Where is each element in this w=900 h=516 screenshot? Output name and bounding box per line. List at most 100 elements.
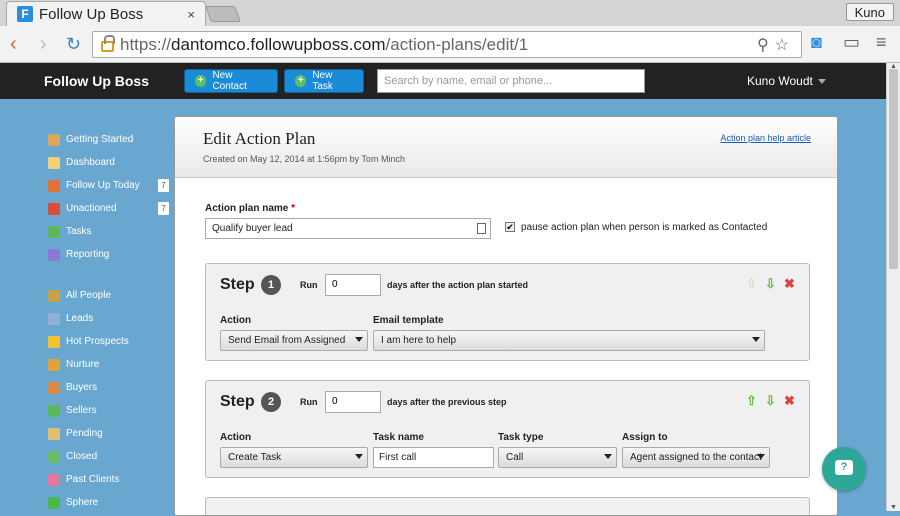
tab-close-icon[interactable]: × [187,7,195,22]
move-down-icon[interactable]: ⇩ [765,393,776,409]
days-label: days after the action plan started [387,280,529,290]
sidebar-item-tasks[interactable]: Tasks [48,220,140,243]
brand-logo[interactable]: Follow Up Boss [44,73,149,89]
plus-icon: + [295,75,307,87]
sidebar-item-closed[interactable]: Closed [48,445,140,468]
action-label: Action [220,432,252,443]
browser-toolbar: ‹ › ↻ https://dantomco.followupboss.com/… [0,26,900,63]
camera-icon[interactable]: ◙ [811,32,822,53]
email-template-select[interactable]: I am here to help [373,330,765,351]
delete-step-icon[interactable]: ✖ [784,276,795,292]
sidebar-item-label: Closed [66,451,98,462]
move-up-icon[interactable]: ⇧ [746,393,757,409]
task-name-label: Task name [373,432,424,443]
chevron-down-icon[interactable] [818,79,826,84]
scroll-down-icon[interactable]: ▼ [890,504,897,511]
browser-tabstrip: F Follow Up Boss × Kuno [0,0,900,26]
sidebar-item-hot-prospects[interactable]: Hot Prospects [48,330,140,353]
menu-icon[interactable]: ≡ [876,32,887,53]
delete-step-icon[interactable]: ✖ [784,393,795,409]
sidebar-item-buyers[interactable]: Buyers [48,376,140,399]
card-icon [48,312,60,325]
chat-bubble-icon: ? [835,460,853,475]
required-mark: * [291,203,296,214]
edit-action-plan-panel: Edit Action Plan Created on May 12, 2014… [174,116,838,516]
help-article-link[interactable]: Action plan help article [720,133,811,143]
sidebar-item-unactioned[interactable]: Unactioned 7 [48,197,169,220]
step-number: 1 [261,275,281,295]
count-badge: 7 [158,202,169,215]
action-select[interactable]: Send Email from Assigned [220,330,368,351]
step-number: 2 [261,392,281,412]
email-template-value: I am here to help [381,335,457,346]
plan-name-label: Action plan name * [205,203,295,214]
url-host: dantomco.followupboss.com [171,34,386,54]
star-icon [48,335,60,348]
plus-icon: + [195,75,207,87]
user-menu[interactable]: Kuno Woudt [747,74,813,88]
page-scrollbar[interactable]: ▲ ▼ [886,63,900,511]
sidebar-item-follow-up-today[interactable]: Follow Up Today 7 [48,174,169,197]
email-template-label: Email template [373,315,444,326]
forward-icon[interactable]: › [40,32,47,56]
assign-to-value: Agent assigned to the contact [630,452,762,463]
pause-label: pause action plan when person is marked … [521,222,768,233]
move-up-icon[interactable]: ⇧ [746,276,757,292]
sidebar-item-getting-started[interactable]: Getting Started [48,128,140,151]
sidebar-item-leads[interactable]: Leads [48,307,140,330]
run-days-input[interactable]: 0 [325,391,381,413]
new-task-button[interactable]: + New Task [284,69,364,93]
assign-to-select[interactable]: Agent assigned to the contact [622,447,770,468]
pause-checkbox[interactable]: ✔ [505,222,515,232]
buyer-icon [48,381,60,394]
address-bar[interactable]: https://dantomco.followupboss.com/action… [92,31,802,58]
action-select[interactable]: Create Task [220,447,368,468]
sidebar-item-sellers[interactable]: Sellers [48,399,140,422]
browser-tab[interactable]: F Follow Up Boss × [6,1,206,26]
run-label: Run [300,280,318,290]
money-icon [48,450,60,463]
action-label: Action [220,315,252,326]
task-type-value: Call [506,452,524,463]
reload-icon[interactable]: ↻ [66,32,81,56]
run-days-input[interactable]: 0 [325,274,381,296]
assign-to-label: Assign to [622,432,668,443]
chart-icon [48,248,60,261]
created-info: Created on May 12, 2014 at 1:56pm by Tom… [203,154,405,164]
sidebar-item-reporting[interactable]: Reporting [48,243,140,266]
house-icon [48,404,60,417]
step-card-1: Step 1 Run 0 days after the action plan … [205,263,810,361]
sidebar-item-pending[interactable]: Pending [48,422,140,445]
days-label: days after the previous step [387,397,507,407]
gift-icon [48,358,60,371]
step-card-2: Step 2 Run 0 days after the previous ste… [205,380,810,478]
sidebar-item-dashboard[interactable]: Dashboard [48,151,140,174]
tab-title: Follow Up Boss [39,5,144,23]
sidebar-item-label: Unactioned [66,203,117,214]
sidebar-item-past-clients[interactable]: Past Clients [48,468,140,491]
new-contact-button[interactable]: + New Contact [184,69,278,93]
cast-icon[interactable]: ▭ [843,32,860,53]
app-header: Follow Up Boss + New Contact + New Task … [0,63,886,99]
plan-name-input[interactable]: Qualify buyer lead [205,218,491,239]
step-label: Step [220,276,255,293]
profile-button[interactable]: Kuno [845,3,894,21]
chevron-down-icon [604,454,612,459]
task-name-input[interactable]: First call [373,447,494,468]
url-prefix: https:// [120,34,172,54]
zoom-bookmark-icons[interactable]: ⚲☆ [757,35,795,55]
task-type-select[interactable]: Call [498,447,617,468]
search-input[interactable]: Search by name, email or phone... [377,69,645,93]
move-down-icon[interactable]: ⇩ [765,276,776,292]
scrollbar-thumb[interactable] [889,69,898,269]
sidebar-item-label: Pending [66,428,103,439]
new-tab-button[interactable] [205,6,241,22]
sidebar-item-label: Reporting [66,249,110,260]
back-icon[interactable]: ‹ [10,32,17,56]
page-title: Edit Action Plan [203,129,316,148]
plan-name-value: Qualify buyer lead [212,223,293,234]
sidebar-item-nurture[interactable]: Nurture [48,353,140,376]
url-path: /action-plans/edit/1 [385,34,529,54]
chat-launcher-button[interactable]: ? [822,447,866,491]
sidebar-item-all-people[interactable]: All People [48,284,140,307]
